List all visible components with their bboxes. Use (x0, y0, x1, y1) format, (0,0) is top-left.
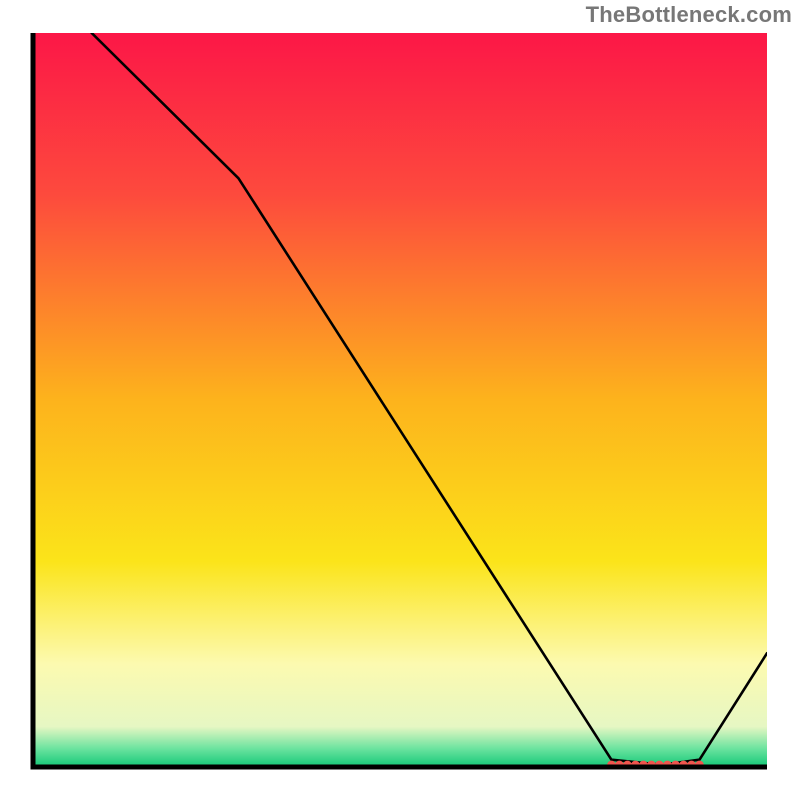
watermark-text: TheBottleneck.com (586, 2, 792, 28)
chart-container: TheBottleneck.com (0, 0, 800, 800)
gradient-background (33, 33, 767, 767)
bottleneck-chart (0, 0, 800, 800)
